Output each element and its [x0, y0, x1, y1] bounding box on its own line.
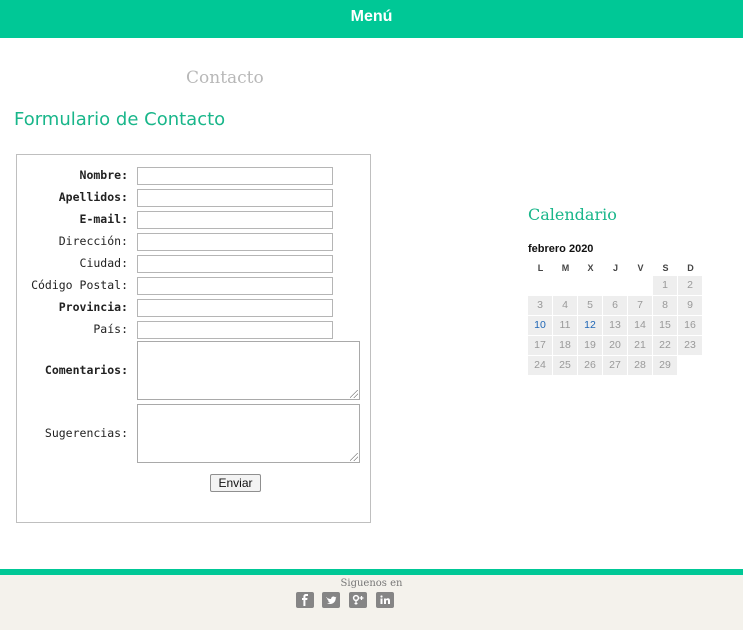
sugerencias-label: Sugerencias: — [44, 426, 128, 440]
calendar-day: 26 — [578, 356, 602, 375]
calendar-day: 23 — [678, 336, 702, 355]
apellidos-input[interactable] — [137, 189, 333, 207]
nombre-input[interactable] — [137, 167, 333, 185]
weekday-label: V — [637, 263, 644, 273]
calendar-day: 2 — [678, 276, 702, 295]
calendar-day: 18 — [553, 336, 577, 355]
contact-form: Nombre: Apellidos: E-mail: Dirección: Ci… — [16, 154, 371, 523]
page-heading: Contacto — [186, 68, 264, 88]
calendar-title: Calendario — [528, 205, 617, 224]
sugerencias-textarea[interactable] — [137, 404, 360, 463]
ciudad-input[interactable] — [137, 255, 333, 273]
top-navigation-bar: Menú — [0, 0, 743, 38]
menu-button[interactable]: Menú — [0, 8, 743, 26]
weekday-label: M — [561, 263, 570, 273]
calendar-day: 19 — [578, 336, 602, 355]
weekday-label: D — [687, 263, 694, 273]
calendar-day: 29 — [653, 356, 677, 375]
calendar-month: febrero 2020 — [528, 243, 594, 255]
calendar-weekday-header: L M X J V S D — [528, 263, 703, 275]
linkedin-icon[interactable] — [376, 592, 394, 608]
calendar-day: 9 — [678, 296, 702, 315]
calendar-day: 6 — [603, 296, 627, 315]
calendar-day: 15 — [653, 316, 677, 335]
calendar-day: 14 — [628, 316, 652, 335]
email-input[interactable] — [137, 211, 333, 229]
google-plus-icon[interactable] — [349, 592, 367, 608]
resize-handle-icon[interactable] — [350, 453, 358, 461]
comentarios-textarea[interactable] — [137, 341, 360, 400]
direccion-input[interactable] — [137, 233, 333, 251]
resize-handle-icon[interactable] — [350, 390, 358, 398]
provincia-input[interactable] — [137, 299, 333, 317]
weekday-label: L — [537, 263, 544, 273]
calendar-day: 11 — [553, 316, 577, 335]
calendar-day: 3 — [528, 296, 552, 315]
apellidos-label: Apellidos: — [58, 190, 128, 204]
pais-label: País: — [93, 322, 128, 336]
codigo-postal-input[interactable] — [137, 277, 333, 295]
calendar-day: 13 — [603, 316, 627, 335]
calendar-day: 5 — [578, 296, 602, 315]
calendar-day: 4 — [553, 296, 577, 315]
facebook-icon[interactable] — [296, 592, 314, 608]
calendar-day: 8 — [653, 296, 677, 315]
calendar-day[interactable]: 12 — [578, 316, 602, 335]
calendar-day[interactable]: 10 — [528, 316, 552, 335]
nombre-label: Nombre: — [79, 168, 128, 182]
weekday-label: X — [587, 263, 594, 273]
calendar-day: 16 — [678, 316, 702, 335]
calendar-day: 1 — [653, 276, 677, 295]
provincia-label: Provincia: — [58, 300, 128, 314]
pais-input[interactable] — [137, 321, 333, 339]
form-title: Formulario de Contacto — [14, 109, 226, 130]
twitter-icon[interactable] — [322, 592, 340, 608]
calendar-day: 21 — [628, 336, 652, 355]
calendar-day: 24 — [528, 356, 552, 375]
codigo-postal-label: Código Postal: — [31, 278, 128, 292]
calendar-day: 28 — [628, 356, 652, 375]
calendar-day: 7 — [628, 296, 652, 315]
enviar-button[interactable]: Enviar — [210, 474, 261, 492]
calendar-day: 20 — [603, 336, 627, 355]
comentarios-label: Comentarios: — [44, 363, 128, 377]
calendar-day: 17 — [528, 336, 552, 355]
follow-us-text: Siguenos en — [340, 578, 403, 589]
footer: Siguenos en — [0, 575, 743, 630]
email-label: E-mail: — [79, 212, 128, 226]
weekday-label: S — [662, 263, 669, 273]
ciudad-label: Ciudad: — [79, 256, 128, 270]
calendar-day: 27 — [603, 356, 627, 375]
calendar-day: 22 — [653, 336, 677, 355]
weekday-label: J — [612, 263, 618, 273]
calendar-day: 25 — [553, 356, 577, 375]
direccion-label: Dirección: — [58, 234, 128, 248]
